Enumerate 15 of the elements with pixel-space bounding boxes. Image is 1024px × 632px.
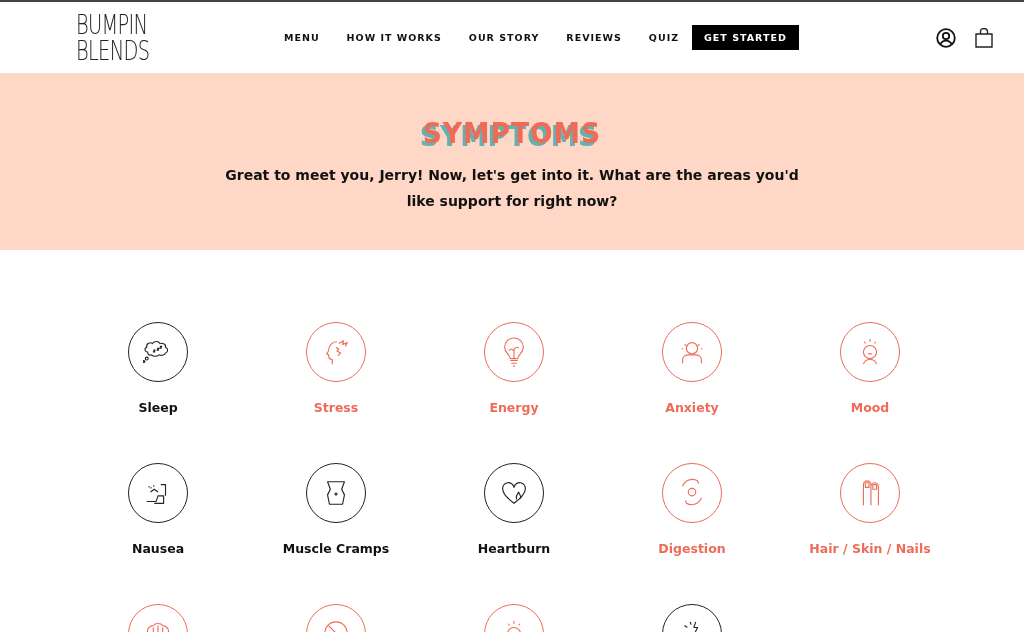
intro-text: Great to meet you, Jerry! Now, let's get into it. What are the areas you'd like support for right now? <box>224 166 800 211</box>
logo[interactable]: BUMPIN BLENDS <box>76 11 226 64</box>
nav-link[interactable]: QUIZ <box>648 32 680 43</box>
symptom-label[interactable]: Sleep <box>138 400 178 415</box>
account-icon[interactable] <box>935 27 956 48</box>
nav-link[interactable]: OUR STORY <box>468 32 540 43</box>
symptom-label[interactable]: Nausea <box>131 541 185 556</box>
nav-link[interactable]: REVIEWS <box>566 32 622 43</box>
nav-link[interactable]: MENU <box>284 32 320 43</box>
symptom-label[interactable]: Muscle Cramps <box>282 541 390 556</box>
shopping-bag-icon[interactable] <box>974 27 993 48</box>
get-started-button[interactable]: GET STARTED <box>692 25 799 50</box>
page-title: SYMPTOMS <box>422 117 602 150</box>
symptom-label[interactable]: Heartburn <box>477 541 551 556</box>
nav-link[interactable]: HOW IT WORKS <box>346 32 442 43</box>
